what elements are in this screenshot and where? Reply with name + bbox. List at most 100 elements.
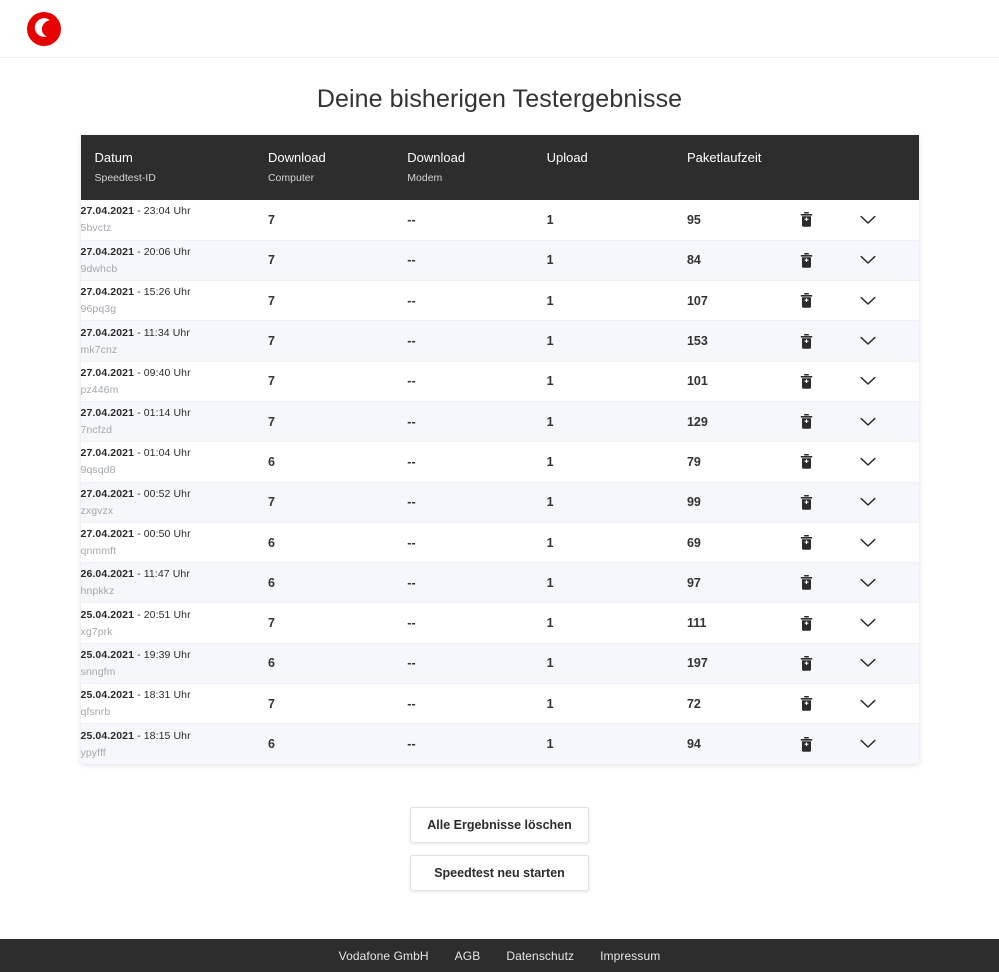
cell-expand [857,563,919,603]
cell-delete [796,563,857,603]
cell-upload: 1 [546,293,554,308]
expand-row-button[interactable] [857,411,879,433]
table-row[interactable]: 27.04.2021 - 15:26 Uhr 96pq3g 7 -- 1 107 [80,280,919,321]
cell-delete [796,724,857,764]
cell-paketlaufzeit: 101 [686,374,708,389]
delete-row-button[interactable] [796,209,818,231]
expand-row-button[interactable] [857,612,879,634]
column-header-paketlaufzeit: Paketlaufzeit [687,135,796,200]
row-date: 27.04.2021 - 00:52 Uhr [81,487,268,501]
expand-row-button[interactable] [857,209,879,231]
trash-icon [800,535,813,550]
table-row[interactable]: 27.04.2021 - 11:34 Uhr mk7cnz 7 -- 1 153 [80,320,919,362]
chevron-down-icon [860,538,876,547]
table-row[interactable]: 27.04.2021 - 23:04 Uhr 5bvctz 7 -- 1 95 [80,200,919,241]
footer-link-datenschutz[interactable]: Datenschutz [506,949,574,963]
row-time-value: - 09:40 Uhr [137,366,191,379]
cell-download-computer: 6 [267,737,275,752]
delete-row-button[interactable] [796,572,818,594]
table-row[interactable]: 26.04.2021 - 11:47 Uhr hnpkkz 6 -- 1 97 [80,562,919,603]
table-row[interactable]: 27.04.2021 - 01:04 Uhr 9qsqd8 6 -- 1 79 [80,441,919,483]
row-speedtest-id: hnpkkz [80,585,115,598]
delete-row-button[interactable] [796,652,818,674]
cell-download-modem: -- [407,575,416,590]
table-row[interactable]: 25.04.2021 - 18:15 Uhr ypyfff 6 -- 1 94 [80,723,919,765]
cell-paketlaufzeit: 72 [686,696,701,711]
chevron-down-icon [860,417,876,426]
delete-row-button[interactable] [796,249,818,271]
delete-row-button[interactable] [796,612,818,634]
chevron-down-icon [860,618,876,627]
expand-row-button[interactable] [857,451,879,473]
row-date: 25.04.2021 - 20:51 Uhr [81,608,268,622]
cell-upload: 1 [546,454,554,469]
expand-row-button[interactable] [857,572,879,594]
expand-row-button[interactable] [857,290,879,312]
row-date-value: 25.04.2021 [80,689,135,702]
row-time-value: - 15:26 Uhr [137,286,191,299]
cell-download-modem: -- [407,737,416,752]
row-date: 27.04.2021 - 11:34 Uhr [81,326,268,340]
chevron-down-icon [860,578,876,587]
expand-row-button[interactable] [857,532,879,554]
table-row[interactable]: 27.04.2021 - 01:14 Uhr 7ncfzd 7 -- 1 129 [80,401,919,442]
cell-upload: 1 [546,334,554,349]
cell-paketlaufzeit: 197 [686,656,708,671]
row-speedtest-id: qnmmft [80,545,117,558]
chevron-down-icon [860,256,876,265]
expand-row-button[interactable] [857,733,879,755]
table-row[interactable]: 27.04.2021 - 20:06 Uhr 9dwhcb 7 -- 1 84 [80,240,919,281]
row-date: 27.04.2021 - 20:06 Uhr [81,245,268,259]
row-date-value: 27.04.2021 [80,366,135,379]
page-title: Deine bisherigen Testergebnisse [316,85,683,113]
delete-row-button[interactable] [796,532,818,554]
table-row[interactable]: 25.04.2021 - 19:39 Uhr snngfm 6 -- 1 197 [80,643,919,684]
cell-datum: 27.04.2021 - 01:04 Uhr 9qsqd8 [81,442,268,482]
delete-row-button[interactable] [796,733,818,755]
footer-link-impressum[interactable]: Impressum [600,949,660,963]
expand-row-button[interactable] [857,693,879,715]
trash-icon [800,212,813,228]
cell-download-modem: -- [407,454,416,469]
row-date: 27.04.2021 - 01:14 Uhr [81,406,268,420]
expand-row-button[interactable] [857,491,879,513]
delete-row-button[interactable] [796,411,818,433]
restart-speedtest-button[interactable]: Speedtest neu starten [410,855,589,892]
row-time-value: - 00:50 Uhr [137,528,191,541]
delete-all-results-button[interactable]: Alle Ergebnisse löschen [410,807,589,844]
expand-row-button[interactable] [857,652,879,674]
cell-datum: 26.04.2021 - 11:47 Uhr hnpkkz [81,563,268,603]
footer-link-agb[interactable]: AGB [455,949,481,963]
delete-row-button[interactable] [796,451,818,473]
cell-datum: 27.04.2021 - 20:06 Uhr 9dwhcb [81,240,268,280]
column-header-paketlaufzeit-title: Paketlaufzeit [686,150,762,165]
expand-row-button[interactable] [857,370,879,392]
expand-row-button[interactable] [857,330,879,352]
delete-row-button[interactable] [796,693,818,715]
cell-expand [857,281,919,321]
table-row[interactable]: 27.04.2021 - 00:50 Uhr qnmmft 6 -- 1 69 [80,522,919,563]
delete-row-button[interactable] [796,491,818,513]
cell-datum: 25.04.2021 - 19:39 Uhr snngfm [81,643,268,683]
vodafone-logo[interactable] [26,11,62,47]
chevron-down-icon [860,699,876,708]
cell-paketlaufzeit: 94 [686,737,701,752]
results-table-container: Datum Speedtest-ID Download Computer Dow… [80,135,919,765]
footer-link-vodafone-gmbh[interactable]: Vodafone GmbH [339,949,429,963]
cell-delete [796,522,857,562]
trash-icon [800,575,813,591]
row-time-value: - 01:14 Uhr [137,407,191,420]
table-row[interactable]: 25.04.2021 - 20:51 Uhr xg7prk 7 -- 1 111 [80,602,919,644]
row-time-value: - 18:15 Uhr [137,729,191,742]
row-date-value: 26.04.2021 [80,568,135,581]
cell-delete [796,240,857,280]
expand-row-button[interactable] [857,249,879,271]
delete-row-button[interactable] [796,330,818,352]
delete-row-button[interactable] [796,370,818,392]
cell-download-modem: -- [407,414,416,429]
delete-row-button[interactable] [796,290,818,312]
cell-paketlaufzeit: 129 [686,414,708,429]
table-row[interactable]: 25.04.2021 - 18:31 Uhr qfsnrb 7 -- 1 72 [80,683,919,724]
table-row[interactable]: 27.04.2021 - 00:52 Uhr zxgvzx 7 -- 1 99 [80,482,919,523]
table-row[interactable]: 27.04.2021 - 09:40 Uhr pz446m 7 -- 1 101 [80,361,919,402]
